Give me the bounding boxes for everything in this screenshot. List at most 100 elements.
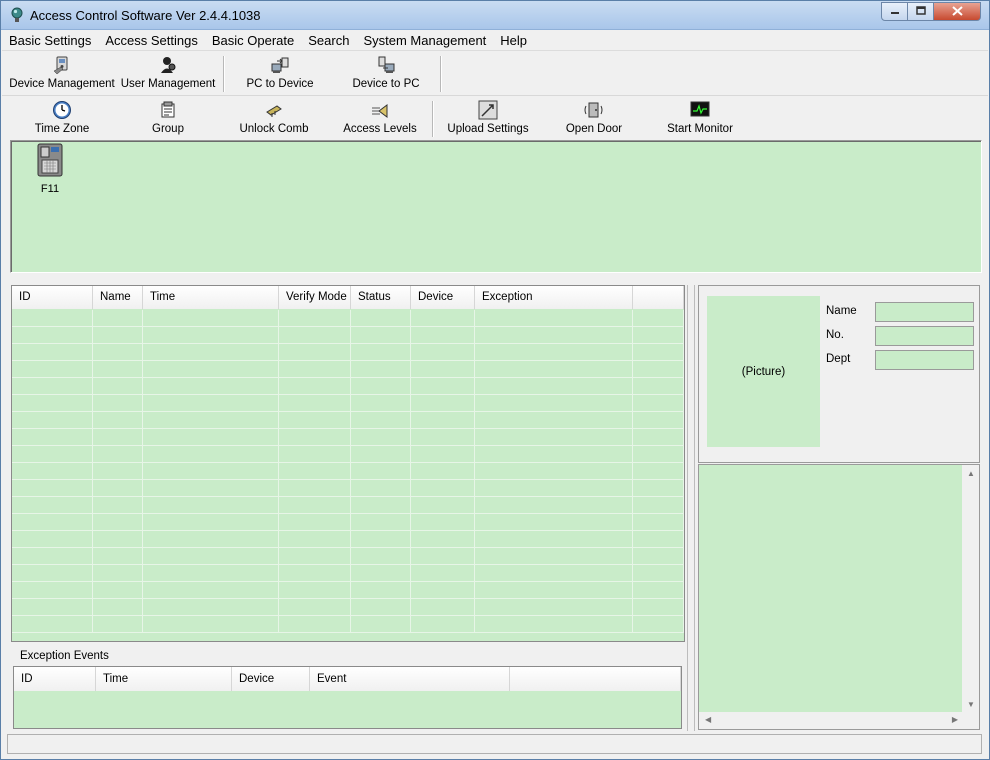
device-item[interactable]: F11 [35, 143, 65, 195]
unlock-comb-button[interactable]: Unlock Comb [234, 97, 314, 139]
column-header-exception[interactable]: Exception [475, 286, 633, 309]
table-row[interactable] [12, 497, 684, 514]
table-cell [143, 378, 279, 395]
maximize-button[interactable] [908, 2, 934, 21]
table-cell [633, 565, 684, 582]
user-info-panel: (Picture) Name No. Dept [698, 285, 980, 463]
records-body [12, 310, 684, 633]
table-row[interactable] [12, 463, 684, 480]
table-row[interactable] [12, 514, 684, 531]
device-to-pc-button[interactable]: Device to PC [348, 52, 424, 95]
table-cell [633, 582, 684, 599]
upload-settings-button[interactable]: Upload Settings [444, 97, 532, 139]
table-row[interactable] [12, 480, 684, 497]
scroll-left-icon[interactable]: ◀ [705, 715, 711, 724]
table-cell [279, 463, 351, 480]
exception-events-table: ID Time Device Event [13, 666, 682, 729]
close-button[interactable] [934, 2, 981, 21]
table-cell [411, 531, 475, 548]
scroll-down-icon[interactable]: ▼ [967, 700, 975, 709]
column-header-time[interactable]: Time [143, 286, 279, 309]
table-row[interactable] [12, 395, 684, 412]
table-cell [279, 446, 351, 463]
table-cell [633, 514, 684, 531]
table-cell [12, 395, 93, 412]
menu-access-settings[interactable]: Access Settings [98, 30, 205, 51]
scroll-right-icon[interactable]: ▶ [952, 715, 958, 724]
table-cell [411, 412, 475, 429]
table-row[interactable] [12, 344, 684, 361]
table-cell [12, 344, 93, 361]
table-cell [411, 599, 475, 616]
table-cell [351, 514, 411, 531]
vertical-scrollbar[interactable]: ▲ ▼ [962, 465, 979, 713]
exception-column-device[interactable]: Device [232, 667, 310, 691]
table-cell [143, 327, 279, 344]
group-button[interactable]: Group [128, 97, 208, 139]
table-cell [411, 446, 475, 463]
pc-to-device-icon [270, 55, 290, 75]
table-row[interactable] [12, 531, 684, 548]
column-header-verify-mode[interactable]: Verify Mode [279, 286, 351, 309]
table-cell [633, 327, 684, 344]
column-header-id[interactable]: ID [12, 286, 93, 309]
horizontal-scrollbar[interactable]: ◀ ▶ [699, 712, 964, 729]
column-header-status[interactable]: Status [351, 286, 411, 309]
open-door-button[interactable]: Open Door [554, 97, 634, 139]
device-management-icon [52, 55, 72, 75]
table-cell [279, 378, 351, 395]
table-row[interactable] [12, 616, 684, 633]
table-cell [12, 327, 93, 344]
table-cell [143, 310, 279, 327]
device-management-button[interactable]: Device Management [9, 52, 115, 95]
table-cell [475, 310, 633, 327]
table-cell [143, 616, 279, 633]
table-cell [93, 497, 143, 514]
exception-column-id[interactable]: ID [14, 667, 96, 691]
table-cell [633, 480, 684, 497]
start-monitor-button[interactable]: Start Monitor [660, 97, 740, 139]
user-management-icon [158, 55, 178, 75]
access-levels-label: Access Levels [343, 123, 417, 135]
menu-help[interactable]: Help [493, 30, 534, 51]
table-row[interactable] [12, 310, 684, 327]
access-levels-button[interactable]: Access Levels [340, 97, 420, 139]
exception-column-event[interactable]: Event [310, 667, 510, 691]
table-cell [93, 514, 143, 531]
exception-column-time[interactable]: Time [96, 667, 232, 691]
table-cell [143, 446, 279, 463]
table-cell [351, 412, 411, 429]
pc-to-device-button[interactable]: PC to Device [242, 52, 318, 95]
table-row[interactable] [12, 327, 684, 344]
menu-basic-operate[interactable]: Basic Operate [205, 30, 301, 51]
table-row[interactable] [12, 429, 684, 446]
status-bar [7, 734, 982, 754]
column-header-name[interactable]: Name [93, 286, 143, 309]
table-cell [633, 548, 684, 565]
table-cell [411, 582, 475, 599]
column-header-device[interactable]: Device [411, 286, 475, 309]
table-row[interactable] [12, 412, 684, 429]
time-zone-button[interactable]: Time Zone [22, 97, 102, 139]
table-row[interactable] [12, 565, 684, 582]
table-cell [279, 412, 351, 429]
table-row[interactable] [12, 599, 684, 616]
vertical-splitter[interactable] [687, 285, 695, 731]
scroll-up-icon[interactable]: ▲ [967, 469, 975, 478]
access-levels-icon [370, 100, 390, 120]
table-cell [93, 327, 143, 344]
table-row[interactable] [12, 548, 684, 565]
table-row[interactable] [12, 582, 684, 599]
user-management-button[interactable]: User Management [121, 52, 215, 95]
table-row[interactable] [12, 361, 684, 378]
menu-system-management[interactable]: System Management [356, 30, 493, 51]
table-row[interactable] [12, 378, 684, 395]
menu-basic-settings[interactable]: Basic Settings [2, 30, 98, 51]
minimize-button[interactable] [881, 2, 908, 21]
menu-search[interactable]: Search [301, 30, 356, 51]
table-cell [279, 327, 351, 344]
table-cell [351, 463, 411, 480]
table-row[interactable] [12, 446, 684, 463]
table-cell [351, 531, 411, 548]
table-cell [411, 344, 475, 361]
